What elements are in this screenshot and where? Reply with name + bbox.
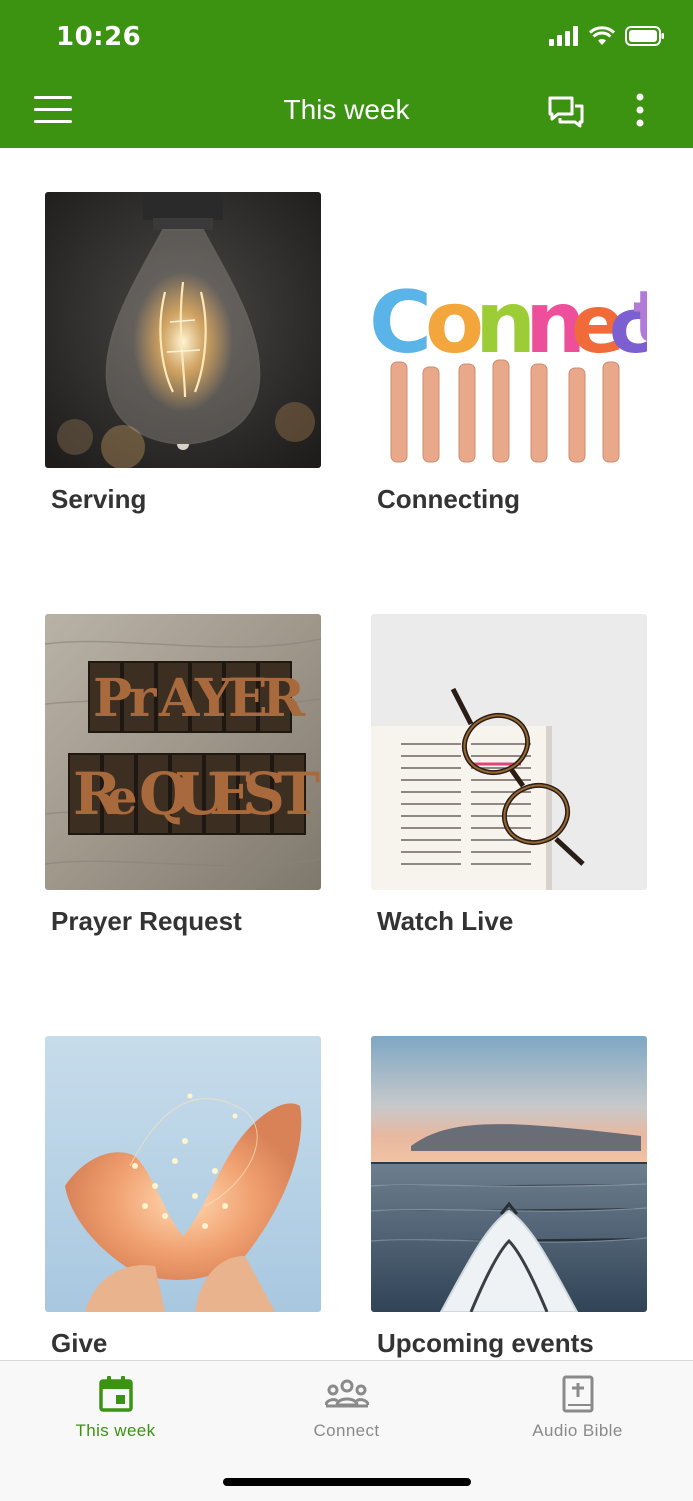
tab-this-week[interactable]: This week [0, 1361, 231, 1461]
tile-label: Serving [51, 484, 147, 514]
svg-text:P: P [93, 668, 132, 729]
group-icon [325, 1379, 369, 1408]
tile-grid: Serving C o n n e c t [0, 148, 693, 1360]
page-title: This week [283, 94, 410, 125]
hands-holding-lights-image [45, 1036, 321, 1312]
tile-connecting[interactable]: C o n n e c t Connec [371, 192, 647, 515]
tile-serving[interactable]: Serving [45, 192, 321, 515]
status-icons [549, 26, 665, 46]
light-bulb-image [45, 192, 321, 468]
svg-text:r: r [129, 668, 157, 729]
bible-icon [562, 1375, 594, 1413]
tab-label: This week [75, 1421, 156, 1440]
prayer-request-image: P r A Y E R R e Q U E S T [45, 614, 321, 890]
tile-label: Upcoming events [377, 1328, 594, 1358]
svg-text:R: R [262, 668, 306, 729]
svg-text:T: T [277, 760, 320, 828]
tile-upcoming-events[interactable]: Upcoming events [371, 1036, 647, 1359]
more-vertical-icon[interactable] [626, 92, 654, 132]
kayak-on-water-image [371, 1036, 647, 1312]
status-time: 10:26 [56, 22, 142, 52]
tab-audio-bible[interactable]: Audio Bible [462, 1361, 693, 1461]
app-bar: This week [0, 78, 693, 148]
tile-label: Watch Live [377, 906, 514, 936]
tab-connect[interactable]: Connect [231, 1361, 462, 1461]
wifi-icon [589, 26, 615, 45]
svg-text:C: C [371, 273, 432, 373]
tile-label: Connecting [377, 484, 520, 514]
svg-text:A: A [158, 668, 200, 729]
status-bar: 10:26 [0, 0, 693, 78]
connect-hands-image: C o n n e c t [371, 192, 647, 468]
signal-icon [549, 26, 578, 46]
battery-icon [625, 26, 664, 46]
glasses-on-bible-image [371, 614, 647, 890]
chat-icon[interactable] [546, 92, 586, 132]
svg-text:e: e [107, 770, 138, 826]
tile-give[interactable]: Give [45, 1036, 321, 1359]
tile-label: Prayer Request [51, 906, 242, 936]
tab-label: Connect [313, 1421, 380, 1440]
tile-label: Give [51, 1328, 108, 1358]
tab-label: Audio Bible [532, 1421, 623, 1440]
calendar-icon [99, 1376, 133, 1412]
svg-text:t: t [633, 275, 647, 359]
tile-prayer-request[interactable]: P r A Y E R R e Q U E S T Prayer Request [45, 614, 321, 937]
home-indicator[interactable] [223, 1478, 471, 1486]
tile-watch-live[interactable]: Watch Live [371, 614, 647, 937]
